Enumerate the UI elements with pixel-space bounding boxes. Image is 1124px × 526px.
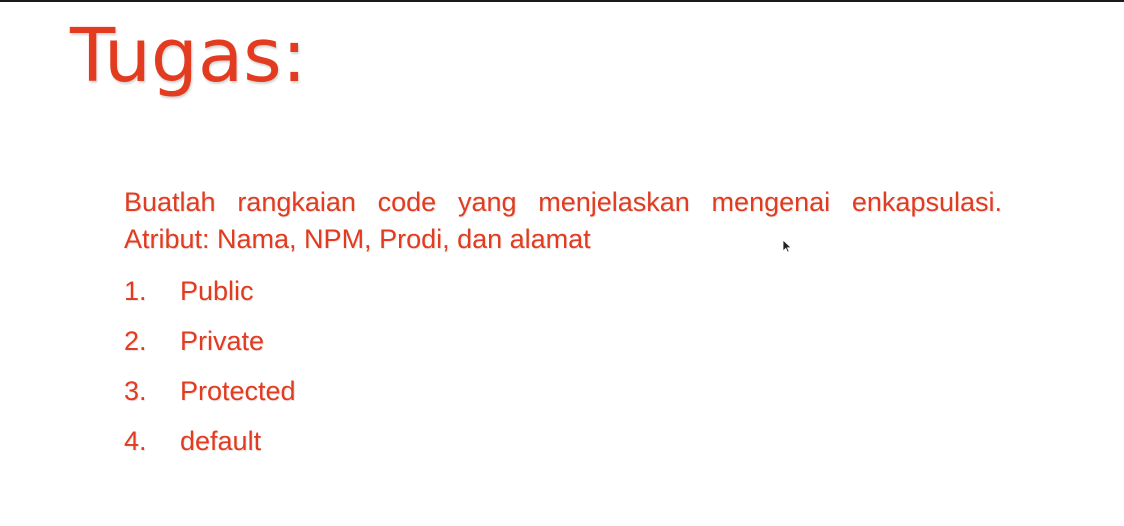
list-item-label: default [180, 425, 262, 456]
list-item: 2. Private [124, 316, 1002, 366]
list-item-label: Private [180, 325, 265, 356]
slide: Tugas: Buatlah rangkaian code yang menje… [0, 0, 1124, 526]
list-item: 3. Protected [124, 366, 1002, 416]
modifier-list: 1. Public 2. Private 3. Protected 4. def… [124, 266, 1002, 466]
list-item-number: 1. [124, 275, 147, 306]
list-item-label: Protected [180, 375, 296, 406]
list-item-label: Public [180, 275, 254, 306]
slide-content: Buatlah rangkaian code yang menjelaskan … [124, 184, 1002, 466]
list-item-number: 3. [124, 375, 147, 406]
task-description: Buatlah rangkaian code yang menjelaskan … [124, 187, 1002, 254]
mouse-pointer-icon [782, 239, 792, 253]
slide-title: Tugas: [70, 13, 307, 99]
list-item-number: 4. [124, 425, 147, 456]
list-item-number: 2. [124, 325, 147, 356]
list-item: 4. default [124, 416, 1002, 466]
list-item: 1. Public [124, 266, 1002, 316]
